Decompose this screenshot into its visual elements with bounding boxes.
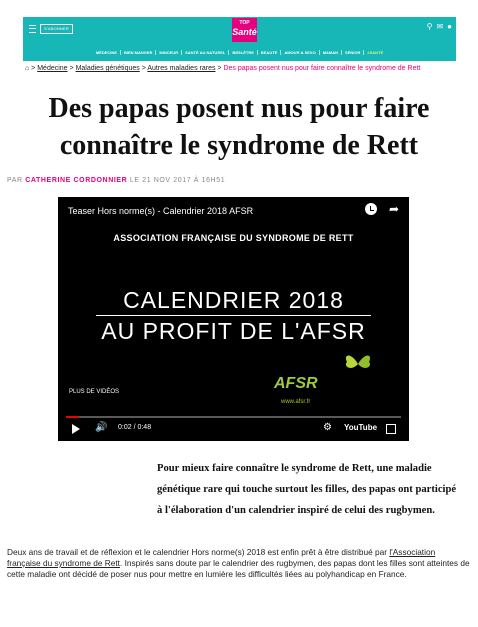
youtube-logo[interactable]: YouTube	[344, 423, 377, 432]
breadcrumb-autres-maladies-rares[interactable]: Autres maladies rares	[147, 65, 215, 72]
more-videos-link[interactable]: PLUS DE VIDÉOS	[69, 389, 119, 395]
menu-icon[interactable]	[29, 25, 36, 33]
subscribe-button[interactable]: S'ABONNER	[40, 24, 74, 34]
site-header: S'ABONNER TOP Santé ⚲ ✉ ● MÉDECINE BIEN …	[23, 17, 456, 61]
site-logo[interactable]: TOP Santé	[232, 18, 257, 42]
settings-gear-icon[interactable]: ⚙	[323, 422, 332, 433]
video-divider	[96, 315, 371, 316]
breadcrumb: ⌂ > Médecine > Maladies génétiques > Aut…	[25, 65, 421, 72]
afsr-logo: AFSR	[274, 375, 318, 392]
video-progress-bar[interactable]	[66, 416, 401, 418]
nav-item-medecine[interactable]: MÉDECINE	[93, 50, 120, 55]
article-lead: Pour mieux faire connaître le syndrome d…	[157, 463, 457, 516]
video-heading-line2: AU PROFIT DE L'AFSR	[101, 318, 366, 344]
search-icon[interactable]: ⚲	[427, 22, 433, 32]
nav-item-bien-etre[interactable]: BIEN-ÊTRE	[228, 50, 257, 55]
share-icon[interactable]: ➦	[389, 202, 399, 216]
video-controls: 🔊 0:02 / 0:48 ⚙ YouTube	[58, 421, 409, 437]
logo-main-text: Santé	[232, 27, 257, 37]
watch-later-icon[interactable]	[365, 203, 377, 215]
fullscreen-icon[interactable]	[386, 424, 396, 434]
video-player[interactable]: Teaser Hors norme(s) - Calendrier 2018 A…	[58, 197, 409, 441]
publish-date: LE 21 NOV 2017 À 16H51	[129, 177, 226, 184]
breadcrumb-maladies-genetiques[interactable]: Maladies génétiques	[76, 65, 140, 72]
video-time: 0:02 / 0:48	[118, 424, 152, 431]
video-heading-line1: CALENDRIER 2018	[123, 287, 344, 313]
nav-item-hashtag-sante[interactable]: #SANTÉ	[363, 50, 386, 55]
main-nav: MÉDECINE BIEN MANGER MINCEUR SANTÉ AU NA…	[23, 47, 456, 58]
logo-top-text: TOP	[239, 20, 250, 26]
volume-icon[interactable]: 🔊	[95, 422, 107, 433]
body-text-1: Deux ans de travail et de réflexion et l…	[7, 547, 390, 557]
home-icon[interactable]: ⌂	[25, 65, 29, 72]
header-icons: ⚲ ✉ ●	[427, 22, 452, 32]
nav-item-minceur[interactable]: MINCEUR	[155, 50, 181, 55]
video-title[interactable]: Teaser Hors norme(s) - Calendrier 2018 A…	[68, 206, 253, 216]
video-association-text: ASSOCIATION FRANÇAISE DU SYNDROME DE RET…	[113, 233, 354, 243]
breadcrumb-medecine[interactable]: Médecine	[37, 65, 67, 72]
nav-item-amour-sexo[interactable]: AMOUR & SEXO	[280, 50, 318, 55]
author-name[interactable]: CATHERINE CORDONNIER	[25, 177, 127, 184]
play-icon[interactable]	[72, 424, 80, 434]
breadcrumb-current: Des papas posent nus pour faire connaîtr…	[223, 65, 421, 72]
nav-item-maman[interactable]: MAMAN	[318, 50, 341, 55]
account-icon[interactable]: ●	[447, 22, 452, 32]
nav-item-bien-manger[interactable]: BIEN MANGER	[119, 50, 155, 55]
nav-item-sante-naturel[interactable]: SANTÉ AU NATUREL	[181, 50, 228, 55]
video-progress-fill	[66, 416, 80, 418]
afsr-url: www.afsr.fr	[281, 399, 311, 405]
byline-prefix: PAR	[7, 177, 23, 184]
page-title: Des papas posent nus pour faire connaîtr…	[48, 93, 430, 161]
nav-item-senior[interactable]: SÉNIOR	[341, 50, 363, 55]
butterfly-icon	[345, 355, 371, 368]
byline: PAR CATHERINE CORDONNIER LE 21 NOV 2017 …	[7, 177, 225, 184]
mail-icon[interactable]: ✉	[436, 22, 443, 32]
nav-item-beaute[interactable]: BEAUTÉ	[256, 50, 280, 55]
article-body: Deux ans de travail et de réflexion et l…	[7, 547, 471, 580]
